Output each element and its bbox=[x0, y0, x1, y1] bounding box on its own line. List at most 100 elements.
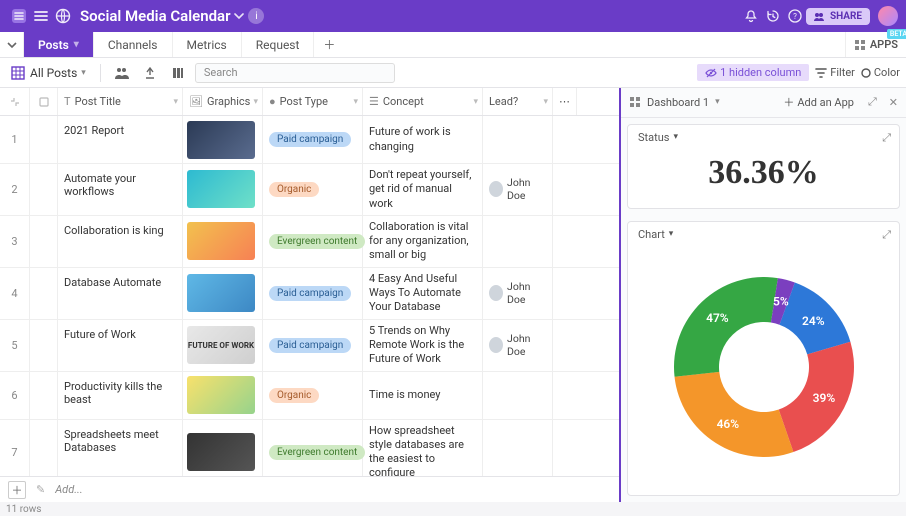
cell-posttype[interactable]: Evergreen content bbox=[263, 216, 363, 267]
col-header-graphics[interactable]: 🖼 Graphics ▾ bbox=[183, 88, 263, 115]
cell-posttype[interactable]: Evergreen content bbox=[263, 420, 363, 476]
cell-lead[interactable] bbox=[483, 116, 553, 163]
cell-graphics[interactable] bbox=[183, 216, 263, 267]
chevron-down-icon[interactable]: ▾ bbox=[669, 229, 674, 239]
col-header-lead[interactable]: Lead? ▾ bbox=[483, 88, 553, 115]
cell-concept[interactable]: Collaboration is vital for any organizat… bbox=[363, 216, 483, 267]
workspace-title[interactable]: Social Media Calendar bbox=[80, 7, 230, 25]
cell-graphics[interactable] bbox=[183, 420, 263, 476]
donut-slice[interactable] bbox=[674, 277, 778, 377]
columns-icon[interactable] bbox=[167, 62, 189, 84]
dashboard-title[interactable]: Dashboard 1 bbox=[647, 96, 709, 109]
expand-icon[interactable]: ⤢ bbox=[868, 95, 877, 109]
status-card-title[interactable]: Status bbox=[638, 131, 669, 144]
cell-graphics[interactable] bbox=[183, 164, 263, 215]
table-row[interactable]: 4Database AutomatePaid campaign4 Easy An… bbox=[0, 268, 619, 320]
info-icon[interactable]: i bbox=[248, 8, 264, 24]
chevron-down-icon[interactable]: ▾ bbox=[253, 97, 258, 107]
table-row[interactable]: 5Future of WorkFUTURE OF WORKPaid campai… bbox=[0, 320, 619, 372]
chevron-down-icon[interactable]: ▾ bbox=[673, 132, 678, 142]
add-row-button[interactable]: ＋ bbox=[8, 481, 26, 499]
expand-col-header[interactable] bbox=[0, 88, 30, 115]
table-row[interactable]: 12021 ReportPaid campaignFuture of work … bbox=[0, 116, 619, 164]
pencil-icon[interactable]: ✎ bbox=[36, 483, 45, 496]
chevron-down-icon[interactable]: ▾ bbox=[173, 97, 178, 107]
tab-posts[interactable]: Posts ▾ bbox=[24, 32, 94, 57]
close-icon[interactable]: ✕ bbox=[889, 96, 898, 109]
cell-posttype[interactable]: Organic bbox=[263, 164, 363, 215]
chevron-down-icon[interactable]: ▾ bbox=[74, 39, 79, 50]
chevron-down-icon[interactable] bbox=[234, 11, 244, 21]
chevron-down-icon[interactable]: ▾ bbox=[543, 97, 548, 107]
filter-button[interactable]: Filter bbox=[815, 66, 855, 79]
cell-concept[interactable]: Future of work is changing bbox=[363, 116, 483, 163]
checkbox-col-header[interactable] bbox=[30, 88, 58, 115]
export-icon[interactable] bbox=[139, 62, 161, 84]
row-checkbox[interactable] bbox=[30, 320, 58, 371]
add-app-button[interactable]: ＋ Add an App bbox=[783, 94, 854, 110]
hidden-columns-button[interactable]: 1 hidden column bbox=[697, 64, 809, 81]
cell-lead[interactable] bbox=[483, 372, 553, 419]
color-button[interactable]: Color bbox=[861, 66, 900, 79]
tab-channels[interactable]: Channels bbox=[94, 32, 173, 57]
cell-graphics[interactable] bbox=[183, 268, 263, 319]
row-checkbox[interactable] bbox=[30, 164, 58, 215]
cell-concept[interactable]: Time is money bbox=[363, 372, 483, 419]
tab-metrics[interactable]: Metrics bbox=[173, 32, 242, 57]
cell-lead[interactable] bbox=[483, 420, 553, 476]
row-checkbox[interactable] bbox=[30, 372, 58, 419]
tab-request[interactable]: Request bbox=[242, 32, 315, 57]
cell-title[interactable]: Database Automate bbox=[58, 268, 183, 319]
row-checkbox[interactable] bbox=[30, 420, 58, 476]
cell-concept[interactable]: Don't repeat yourself, get rid of manual… bbox=[363, 164, 483, 215]
expand-icon[interactable]: ⤢ bbox=[882, 228, 891, 242]
add-tab-button[interactable]: ＋ bbox=[314, 32, 344, 57]
cell-graphics[interactable] bbox=[183, 372, 263, 419]
tabs-caret-toggle[interactable] bbox=[0, 32, 24, 57]
cell-title[interactable]: Future of Work bbox=[58, 320, 183, 371]
cell-concept[interactable]: How spreadsheet style databases are the … bbox=[363, 420, 483, 476]
col-header-more[interactable]: ⋯ bbox=[553, 88, 577, 115]
row-checkbox[interactable] bbox=[30, 268, 58, 319]
cell-posttype[interactable]: Paid campaign bbox=[263, 268, 363, 319]
row-checkbox[interactable] bbox=[30, 116, 58, 163]
table-row[interactable]: 3Collaboration is kingEvergreen contentC… bbox=[0, 216, 619, 268]
cell-title[interactable]: Productivity kills the beast bbox=[58, 372, 183, 419]
chevron-down-icon[interactable]: ▾ bbox=[473, 97, 478, 107]
cell-lead[interactable] bbox=[483, 216, 553, 267]
chevron-down-icon[interactable]: ▾ bbox=[81, 68, 86, 78]
table-row[interactable]: 2Automate your workflowsOrganicDon't rep… bbox=[0, 164, 619, 216]
cell-title[interactable]: Spreadsheets meet Databases bbox=[58, 420, 183, 476]
cell-lead[interactable]: John Doe bbox=[483, 268, 553, 319]
cell-posttype[interactable]: Paid campaign bbox=[263, 116, 363, 163]
table-row[interactable]: 6Productivity kills the beastOrganicTime… bbox=[0, 372, 619, 420]
app-logo[interactable] bbox=[8, 5, 30, 27]
chevron-down-icon[interactable]: ▾ bbox=[353, 97, 358, 107]
user-avatar[interactable] bbox=[878, 6, 898, 26]
chevron-down-icon[interactable]: ▾ bbox=[715, 97, 720, 107]
expand-icon[interactable]: ⤢ bbox=[882, 131, 891, 145]
apps-button[interactable]: APPS BETA bbox=[845, 32, 906, 57]
donut-slice[interactable] bbox=[674, 371, 793, 456]
col-header-posttype[interactable]: ● Post Type ▾ bbox=[263, 88, 363, 115]
cell-concept[interactable]: 4 Easy And Useful Ways To Automate Your … bbox=[363, 268, 483, 319]
cell-graphics[interactable] bbox=[183, 116, 263, 163]
view-selector[interactable]: All Posts ▾ bbox=[6, 62, 90, 84]
chart-card-title[interactable]: Chart bbox=[638, 228, 665, 241]
cell-graphics[interactable]: FUTURE OF WORK bbox=[183, 320, 263, 371]
cell-title[interactable]: Automate your workflows bbox=[58, 164, 183, 215]
cell-posttype[interactable]: Paid campaign bbox=[263, 320, 363, 371]
add-row-label[interactable]: Add... bbox=[55, 483, 82, 496]
col-header-title[interactable]: T Post Title ▾ bbox=[58, 88, 183, 115]
history-icon[interactable] bbox=[762, 5, 784, 27]
cell-concept[interactable]: 5 Trends on Why Remote Work is the Futur… bbox=[363, 320, 483, 371]
help-icon[interactable]: ? bbox=[784, 5, 806, 27]
bell-icon[interactable] bbox=[740, 5, 762, 27]
hamburger-icon[interactable] bbox=[30, 5, 52, 27]
table-row[interactable]: 7Spreadsheets meet DatabasesEvergreen co… bbox=[0, 420, 619, 476]
cell-title[interactable]: Collaboration is king bbox=[58, 216, 183, 267]
row-checkbox[interactable] bbox=[30, 216, 58, 267]
people-icon[interactable] bbox=[111, 62, 133, 84]
cell-title[interactable]: 2021 Report bbox=[58, 116, 183, 163]
cell-lead[interactable]: John Doe bbox=[483, 164, 553, 215]
